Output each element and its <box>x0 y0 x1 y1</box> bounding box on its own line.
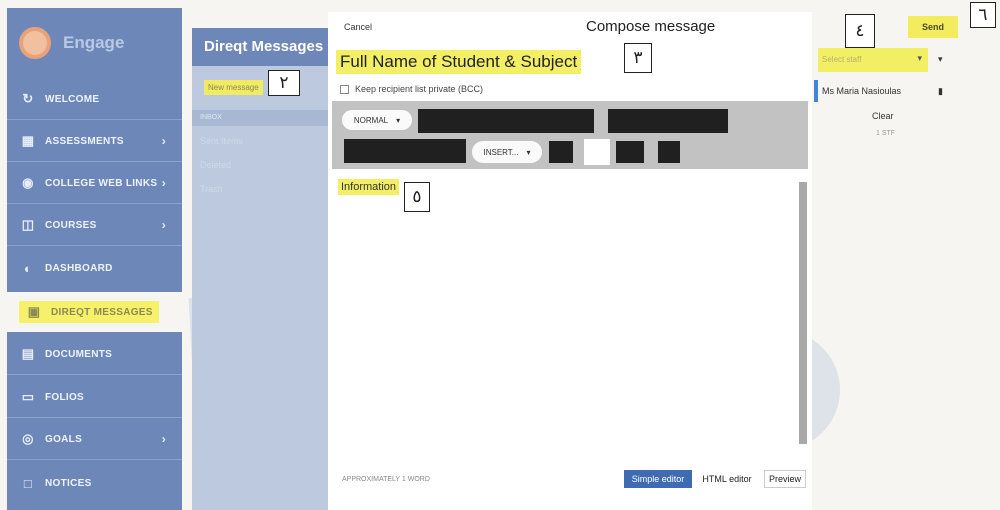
inbox-icon: ▣ <box>27 304 41 319</box>
sidebar-item-highlight: ▣ DIREQT MESSAGES <box>19 301 159 323</box>
divider <box>7 459 182 460</box>
folder-inbox[interactable]: INBOX <box>192 110 328 126</box>
annotation-2: ٢ <box>268 70 300 96</box>
staff-select-placeholder: Select staff <box>822 55 862 64</box>
refresh-icon: ↻ <box>22 91 34 106</box>
redacted-block <box>549 141 573 163</box>
chevron-right-icon[interactable]: › <box>162 432 166 446</box>
chevron-right-icon[interactable]: › <box>162 134 166 148</box>
bcc-checkbox[interactable] <box>340 84 349 94</box>
annotation-4: ٤ <box>845 14 875 48</box>
chevron-right-icon[interactable]: › <box>162 176 166 190</box>
grid-icon: ▦ <box>21 133 35 148</box>
dropdown-arrow-icon: ▾ <box>526 147 531 157</box>
format-select-value: NORMAL <box>353 115 389 125</box>
sidebar-item-college-web-links[interactable]: ◉ COLLEGE WEB LINKS › <box>7 163 182 203</box>
target-icon: ◎ <box>22 431 34 446</box>
dropdown-arrow-icon[interactable]: ▾ <box>938 54 943 65</box>
redacted-block <box>616 141 644 163</box>
bcc-option[interactable]: Keep recipient list private (BCC) <box>340 84 483 94</box>
insert-select-value: INSERT... <box>483 147 519 157</box>
folder-trash[interactable]: Trash <box>200 184 223 194</box>
sidebar-item-documents[interactable]: ▤ DOCUMENTS <box>7 334 182 374</box>
dropdown-arrow-icon: ▾ <box>917 53 922 63</box>
insert-select[interactable]: INSERT... ▾ <box>472 141 542 163</box>
gauge-icon: ◐ <box>23 260 33 276</box>
dropdown-arrow-icon: ▾ <box>396 115 401 125</box>
tab-html-editor[interactable]: HTML editor <box>696 470 758 488</box>
annotation-3: ٣ <box>624 43 652 73</box>
format-select[interactable]: NORMAL ▾ <box>342 110 412 130</box>
folder-deleted[interactable]: Deleted <box>200 160 231 170</box>
subject-field[interactable]: Full Name of Student & Subject <box>336 50 582 74</box>
recipient-item[interactable]: Ms Maria Nasioulas <box>822 86 901 96</box>
sidebar-item-label: DIREQT MESSAGES <box>51 306 153 318</box>
sidebar-item-direqt-messages[interactable]: ▣ DIREQT MESSAGES <box>7 292 182 332</box>
editor-toolbar: NORMAL ▾ INSERT... ▾ <box>332 101 808 169</box>
messages-column: Direqt Messages New message INBOX Sent I… <box>192 28 328 510</box>
globe-icon: ◉ <box>22 175 34 190</box>
compose-title: Compose message <box>586 18 716 35</box>
clear-button[interactable]: Clear <box>872 111 894 121</box>
sidebar-item-dashboard[interactable]: ◐ DASHBOARD <box>7 248 182 288</box>
sidebar-item-label: DASHBOARD <box>45 262 113 274</box>
logo-icon <box>19 27 51 59</box>
annotation-5: ٥ <box>404 182 430 212</box>
logo[interactable]: Engage <box>7 8 182 78</box>
divider <box>7 245 182 246</box>
redacted-block <box>658 141 680 163</box>
chevron-right-icon[interactable]: › <box>162 218 166 232</box>
scrollbar[interactable] <box>799 182 807 444</box>
notice-icon: □ <box>23 475 33 491</box>
toolbar-button[interactable] <box>584 139 610 165</box>
messages-title: Direqt Messages <box>192 28 328 66</box>
redacted-block <box>418 109 594 133</box>
delete-recipient-icon[interactable]: ▮ <box>938 86 943 97</box>
recipient-marker <box>814 80 818 102</box>
divider <box>7 119 182 120</box>
divider <box>7 161 182 162</box>
sidebar-item-welcome[interactable]: ↻ WELCOME <box>7 79 182 119</box>
sidebar-item-label: DOCUMENTS <box>45 348 113 360</box>
redacted-block <box>608 109 728 133</box>
watermark-text: TENDIT <box>618 380 763 424</box>
staff-select[interactable]: Select staff ▾ <box>818 48 928 72</box>
bcc-label: Keep recipient list private (BCC) <box>355 84 484 94</box>
logo-text: Engage <box>63 33 125 52</box>
sidebar-item-label: FOLIOS <box>45 391 85 403</box>
folder-icon: ▭ <box>21 389 35 404</box>
sidebar-item-label: GOALS <box>45 433 83 445</box>
annotation-6: ٦ <box>970 2 996 28</box>
divider <box>7 417 182 418</box>
divider <box>7 374 182 375</box>
sidebar-item-goals[interactable]: ◎ GOALS › <box>7 419 182 459</box>
sidebar-item-label: ASSESSMENTS <box>45 135 124 147</box>
divider <box>7 203 182 204</box>
send-button[interactable]: Send <box>908 16 958 38</box>
sidebar-item-label: COURSES <box>45 219 97 231</box>
recipient-count: 1 STF <box>876 130 896 137</box>
sidebar-item-folios[interactable]: ▭ FOLIOS <box>7 377 182 417</box>
sidebar-item-label: COLLEGE WEB LINKS <box>45 177 158 189</box>
sidebar-item-courses[interactable]: ◫ COURSES › <box>7 205 182 245</box>
tab-simple-editor[interactable]: Simple editor <box>624 470 692 488</box>
book-icon: ◫ <box>21 217 35 232</box>
folder-sent-items[interactable]: Sent Items <box>200 136 243 146</box>
word-count: APPROXIMATELY 1 WORD <box>342 476 430 483</box>
message-body[interactable]: Information <box>338 179 400 195</box>
tab-preview[interactable]: Preview <box>764 470 806 488</box>
page: Engage ↻ WELCOME ▦ ASSESSMENTS › ◉ COLLE… <box>0 0 1000 510</box>
watermark-text: N ASTRA <box>340 296 508 338</box>
sidebar-item-label: WELCOME <box>45 93 100 105</box>
sidebar-item-notices[interactable]: □ NOTICES <box>7 463 182 503</box>
redacted-block <box>344 139 466 163</box>
new-message-button[interactable]: New message <box>204 80 263 95</box>
sidebar-item-label: NOTICES <box>45 477 92 489</box>
sidebar: Engage ↻ WELCOME ▦ ASSESSMENTS › ◉ COLLE… <box>7 8 182 510</box>
document-icon: ▤ <box>21 346 35 361</box>
cancel-button[interactable]: Cancel <box>344 22 372 32</box>
sidebar-item-assessments[interactable]: ▦ ASSESSMENTS › <box>7 121 182 161</box>
